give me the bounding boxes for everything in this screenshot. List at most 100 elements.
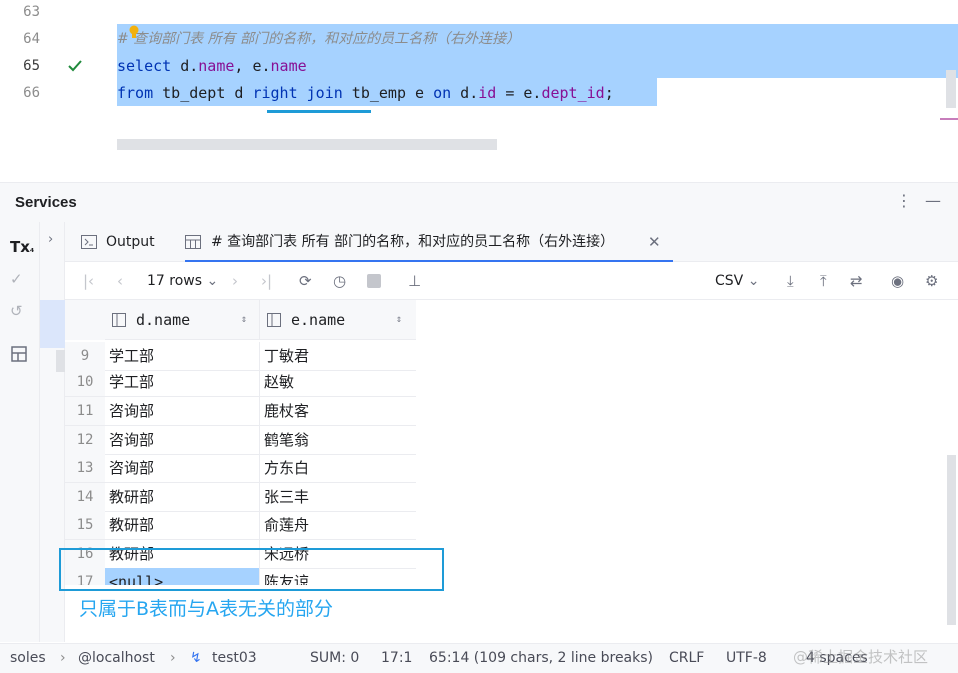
settings-icon[interactable]: ⚙ <box>925 272 938 290</box>
cell-dname[interactable]: 教研部 <box>105 511 260 539</box>
table-row[interactable]: 15 教研部 俞莲舟 <box>65 511 416 540</box>
sql-editor[interactable]: 63 64 65 66 # 查询部门表 所有 部门的名称，和对应的员工名称（右外… <box>0 0 958 150</box>
code-text: tb_emp e <box>342 84 434 102</box>
row-number: 14 <box>65 483 105 511</box>
upload-icon[interactable]: ⤒ <box>820 272 827 290</box>
eye-icon[interactable]: ◉ <box>891 272 904 290</box>
cell-value: 学工部 <box>109 347 155 365</box>
cell-dname[interactable]: 学工部 <box>105 342 260 370</box>
vertical-scrollbar[interactable] <box>947 455 956 625</box>
table-row[interactable]: 10 学工部 赵敏 <box>65 368 416 397</box>
compare-icon[interactable]: ⇄ <box>850 272 863 290</box>
result-grid[interactable]: d.name ⇕ e.name ⇕ 9 学工部 丁敏君 10 学工部 赵敏 11 咨询部 鹿杖客… <box>65 300 416 585</box>
code-line-64: # 查询部门表 所有 部门的名称，和对应的员工名称（右外连接） <box>117 25 520 51</box>
cell-ename[interactable]: 俞莲舟 <box>260 511 416 539</box>
export-format-dropdown[interactable]: CSV ⌄ <box>715 273 759 289</box>
cell-value: 咨询部 <box>109 431 155 449</box>
rows-dropdown[interactable]: 17 rows ⌄ <box>147 273 218 289</box>
last-page-icon[interactable]: ›| <box>261 272 272 290</box>
cell-ename[interactable]: 鹤笔翁 <box>260 426 416 454</box>
field-name: name <box>270 57 307 75</box>
right-join-underline <box>267 110 371 113</box>
column-label: e.name <box>291 311 346 329</box>
keyword-select: select <box>117 57 172 75</box>
sum-indicator[interactable]: SUM: 0 <box>310 650 359 666</box>
cell-value: 教研部 <box>109 516 155 534</box>
more-vertical-icon[interactable]: ⋮ <box>896 191 912 210</box>
schema-icon: ↯ <box>190 650 202 666</box>
encoding[interactable]: UTF-8 <box>726 650 767 666</box>
breadcrumb-item[interactable]: test03 <box>212 650 257 666</box>
breadcrumb-item[interactable]: @localhost <box>78 650 155 666</box>
code-text: d. <box>451 84 479 102</box>
chevron-right-icon[interactable]: › <box>48 232 53 247</box>
rollback-icon[interactable]: ↺ <box>10 302 23 320</box>
cursor-position[interactable]: 17:1 <box>381 650 412 666</box>
tab-label: # 查询部门表 所有 部门的名称，和对应的员工名称（右外连接） <box>211 234 615 250</box>
keyword-on: on <box>433 84 452 102</box>
stop-icon[interactable] <box>367 274 381 288</box>
next-page-icon[interactable]: › <box>232 272 238 290</box>
sql-comment: # 查询部门表 所有 部门的名称，和对应的员工名称（右外连接） <box>117 31 521 47</box>
cell-value: 学工部 <box>109 373 155 391</box>
cell-ename[interactable]: 鹿杖客 <box>260 397 416 425</box>
services-header: Services ⋮ — <box>0 182 958 222</box>
table-row[interactable]: 9 学工部 丁敏君 <box>65 342 416 371</box>
sort-icon[interactable]: ⇕ <box>396 300 402 340</box>
tx-label: Tx <box>10 238 30 256</box>
tree-scrollbar[interactable] <box>56 350 65 372</box>
pin-icon[interactable]: ⊥ <box>408 272 421 290</box>
sort-icon[interactable]: ⇕ <box>241 300 247 340</box>
cell-dname[interactable]: 咨询部 <box>105 397 260 425</box>
bulb-icon[interactable] <box>128 25 140 39</box>
line-number: 63 <box>23 4 40 20</box>
row-number-header <box>65 300 105 340</box>
layout-icon[interactable] <box>11 346 27 362</box>
minimize-icon[interactable]: — <box>925 191 941 210</box>
cell-dname[interactable]: 咨询部 <box>105 426 260 454</box>
rows-label: 17 rows <box>147 273 203 289</box>
cell-ename[interactable]: 张三丰 <box>260 483 416 511</box>
vertical-scrollbar[interactable] <box>946 70 956 108</box>
breadcrumb-item[interactable]: soles <box>10 650 46 666</box>
cell-value: 咨询部 <box>109 402 155 420</box>
code-text: d. <box>171 57 199 75</box>
tab-output[interactable]: Output <box>79 222 171 262</box>
field-name: id <box>478 84 497 102</box>
cell-dname[interactable]: 咨询部 <box>105 454 260 482</box>
table-row[interactable]: 12 咨询部 鹤笔翁 <box>65 426 416 455</box>
selection-info[interactable]: 65:14 (109 chars, 2 line breaks) <box>429 650 653 666</box>
refresh-icon[interactable]: ⟳ <box>299 272 312 290</box>
chevron-down-icon: ⌄ <box>206 273 219 289</box>
line-number: 64 <box>23 31 40 47</box>
cell-dname[interactable]: 学工部 <box>105 368 260 396</box>
cell-ename[interactable]: 赵敏 <box>260 368 416 396</box>
cell-ename[interactable]: 丁敏君 <box>260 342 416 370</box>
close-icon[interactable]: ✕ <box>648 222 661 262</box>
code-line-66: from tb_dept d right join tb_emp e on d.… <box>117 80 614 106</box>
download-icon[interactable]: ⤓ <box>787 272 794 290</box>
services-tab-bar: Output # 查询部门表 所有 部门的名称，和对应的员工名称（右外连接） ✕ <box>65 222 958 262</box>
table-row[interactable]: 13 咨询部 方东白 <box>65 454 416 483</box>
prev-page-icon[interactable]: ‹ <box>117 272 123 290</box>
column-label: d.name <box>136 311 191 329</box>
tab-query-result[interactable]: # 查询部门表 所有 部门的名称，和对应的员工名称（右外连接） ✕ <box>185 222 673 262</box>
clock-icon[interactable]: ◷ <box>333 272 346 290</box>
table-row[interactable]: 14 教研部 张三丰 <box>65 483 416 512</box>
column-header-ename[interactable]: e.name ⇕ <box>260 300 416 340</box>
code-text: = e. <box>496 84 542 102</box>
table-row[interactable]: 11 咨询部 鹿杖客 <box>65 397 416 426</box>
grid-header: d.name ⇕ e.name ⇕ <box>65 300 416 340</box>
tx-mode-button[interactable]: Tx₄ <box>10 238 34 256</box>
line-ending[interactable]: CRLF <box>669 650 704 666</box>
check-icon <box>68 60 82 72</box>
chevron-down-icon: ⌄ <box>747 273 760 289</box>
line-number: 66 <box>23 85 40 101</box>
cell-dname[interactable]: 教研部 <box>105 483 260 511</box>
cell-ename[interactable]: 方东白 <box>260 454 416 482</box>
watermark: @稀土掘金技术社区 <box>793 648 929 666</box>
column-header-dname[interactable]: d.name ⇕ <box>105 300 260 340</box>
first-page-icon[interactable]: |‹ <box>83 272 94 290</box>
horizontal-scrollbar[interactable] <box>117 139 497 150</box>
commit-icon[interactable]: ✓ <box>10 270 23 288</box>
